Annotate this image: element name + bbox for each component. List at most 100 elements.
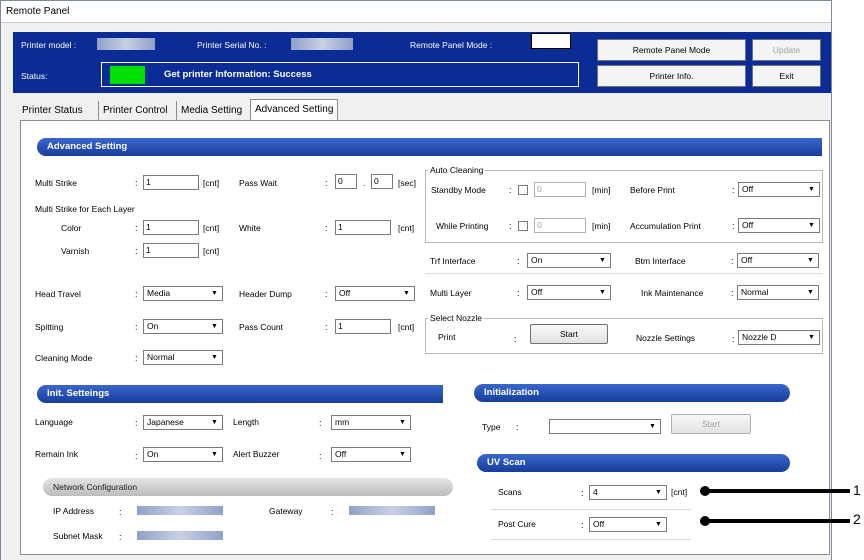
multi-layer-select[interactable]: Off ▼ bbox=[527, 285, 611, 300]
accumulation-print-value: Off bbox=[742, 220, 754, 230]
colon: : bbox=[135, 353, 138, 363]
colon: : bbox=[325, 178, 328, 188]
remain-ink-value: On bbox=[147, 449, 159, 459]
divider bbox=[425, 273, 823, 274]
alert-buzzer-label: Alert Buzzer bbox=[233, 449, 280, 459]
remain-ink-select[interactable]: On ▼ bbox=[143, 447, 223, 462]
while-printing-input[interactable]: 0 bbox=[534, 218, 586, 233]
remote-panel-mode-button[interactable]: Remote Panel Mode bbox=[597, 39, 746, 61]
cleaning-mode-select[interactable]: Normal ▼ bbox=[143, 350, 223, 365]
colon: : bbox=[135, 418, 138, 428]
tab-advanced-setting[interactable]: Advanced Setting bbox=[250, 99, 339, 121]
select-nozzle-title: Select Nozzle bbox=[428, 313, 484, 323]
standby-mode-unit: [min] bbox=[592, 185, 611, 195]
remote-panel-mode-indicator bbox=[531, 33, 571, 49]
multi-strike-input[interactable]: 1 bbox=[143, 175, 199, 190]
callout-number-1: 1 bbox=[853, 482, 861, 498]
window-title: Remote Panel bbox=[6, 6, 70, 17]
colon: : bbox=[135, 289, 138, 299]
status-led bbox=[110, 66, 145, 84]
pass-count-input[interactable]: 1 bbox=[335, 319, 391, 334]
colon: : bbox=[135, 223, 138, 233]
accumulation-print-label: Accumulation Print bbox=[630, 221, 701, 231]
colon: : bbox=[319, 451, 322, 461]
initialization-header: Initialization bbox=[474, 384, 790, 402]
header-dump-select[interactable]: Off ▼ bbox=[335, 286, 415, 301]
ink-maintenance-select[interactable]: Normal ▼ bbox=[737, 285, 819, 300]
chevron-down-icon: ▼ bbox=[804, 287, 817, 298]
multi-layer-label: Multi Layer bbox=[430, 288, 472, 298]
callout-number-2: 2 bbox=[853, 511, 861, 527]
color-label: Color bbox=[61, 223, 82, 233]
colon: : bbox=[135, 322, 138, 332]
nozzle-settings-select[interactable]: Nozzle D ▼ bbox=[738, 330, 820, 345]
colon: : bbox=[135, 246, 138, 256]
length-select[interactable]: mm ▼ bbox=[331, 415, 411, 430]
btm-interface-select[interactable]: Off ▼ bbox=[737, 253, 819, 268]
chevron-down-icon: ▼ bbox=[805, 184, 818, 195]
head-travel-value: Media bbox=[147, 288, 171, 298]
btm-interface-label: Btm Interface bbox=[635, 256, 686, 266]
white-label: White bbox=[239, 223, 261, 233]
chevron-down-icon: ▼ bbox=[805, 220, 818, 231]
pass-wait-unit: [sec] bbox=[398, 178, 416, 188]
white-input[interactable]: 1 bbox=[335, 220, 391, 235]
alert-buzzer-select[interactable]: Off ▼ bbox=[331, 447, 411, 462]
head-travel-select[interactable]: Media ▼ bbox=[143, 286, 223, 301]
before-print-select[interactable]: Off ▼ bbox=[738, 182, 820, 197]
printer-info-button[interactable]: Printer Info. bbox=[597, 65, 746, 87]
while-printing-label: While Printing bbox=[436, 221, 489, 231]
title-bar: Remote Panel bbox=[1, 1, 831, 23]
tab-printer-control[interactable]: Printer Control bbox=[98, 101, 171, 121]
initialization-type-select[interactable]: ▼ bbox=[549, 419, 661, 434]
ink-maintenance-label: Ink Maintenance bbox=[641, 288, 704, 298]
colon: : bbox=[581, 488, 584, 498]
pass-wait-label: Pass Wait bbox=[239, 178, 277, 188]
while-printing-checkbox[interactable] bbox=[518, 221, 528, 231]
printer-serial-label: Printer Serial No. : bbox=[197, 40, 267, 50]
accumulation-print-select[interactable]: Off ▼ bbox=[738, 218, 820, 233]
remain-ink-label: Remain Ink bbox=[35, 449, 78, 459]
color-input[interactable]: 1 bbox=[143, 220, 199, 235]
trf-interface-select[interactable]: On ▼ bbox=[527, 253, 611, 268]
subnet-mask-label: Subnet Mask bbox=[53, 531, 103, 541]
chevron-down-icon: ▼ bbox=[208, 321, 221, 332]
tab-media-setting[interactable]: Media Setting bbox=[176, 101, 246, 121]
spitting-select[interactable]: On ▼ bbox=[143, 319, 223, 334]
white-unit: [cnt] bbox=[398, 223, 415, 233]
colon: : bbox=[325, 289, 328, 299]
post-cure-label: Post Cure bbox=[498, 519, 536, 529]
scans-select[interactable]: 4 ▼ bbox=[589, 485, 667, 500]
status-label: Status: bbox=[21, 71, 48, 81]
nozzle-print-start-button[interactable]: Start bbox=[530, 324, 608, 344]
pass-wait-seconds-input[interactable]: 0 bbox=[335, 174, 357, 189]
select-nozzle-group: Select Nozzle Print : Start Nozzle Setti… bbox=[425, 313, 823, 354]
colon: : bbox=[732, 221, 735, 231]
varnish-unit: [cnt] bbox=[203, 246, 220, 256]
tab-printer-status[interactable]: Printer Status bbox=[18, 101, 87, 121]
update-button[interactable]: Update bbox=[752, 39, 821, 61]
initialization-start-button[interactable]: Start bbox=[671, 414, 751, 434]
exit-button[interactable]: Exit bbox=[752, 65, 821, 87]
chevron-down-icon: ▼ bbox=[208, 449, 221, 460]
language-select[interactable]: Japanese ▼ bbox=[143, 415, 223, 430]
pass-wait-fraction-input[interactable]: 0 bbox=[371, 174, 393, 189]
remote-panel-window: Remote Panel Printer model : Printer Ser… bbox=[0, 0, 832, 560]
post-cure-select[interactable]: Off ▼ bbox=[589, 517, 667, 532]
standby-mode-checkbox[interactable] bbox=[518, 185, 528, 195]
varnish-input[interactable]: 1 bbox=[143, 243, 199, 258]
colon: : bbox=[732, 334, 735, 344]
before-print-label: Before Print bbox=[630, 185, 675, 195]
colon: : bbox=[325, 223, 328, 233]
cleaning-mode-label: Cleaning Mode bbox=[35, 353, 93, 363]
length-label: Length bbox=[233, 417, 259, 427]
header-dump-value: Off bbox=[339, 288, 351, 298]
subnet-mask-value-redacted bbox=[137, 531, 223, 540]
uv-scan-header: UV Scan bbox=[477, 454, 790, 472]
colon: : bbox=[119, 507, 122, 517]
chevron-down-icon: ▼ bbox=[805, 332, 818, 343]
colon: : bbox=[731, 256, 734, 266]
divider bbox=[491, 509, 691, 510]
status-text: Get printer Information: Success bbox=[164, 69, 312, 80]
standby-mode-input[interactable]: 0 bbox=[534, 182, 586, 197]
